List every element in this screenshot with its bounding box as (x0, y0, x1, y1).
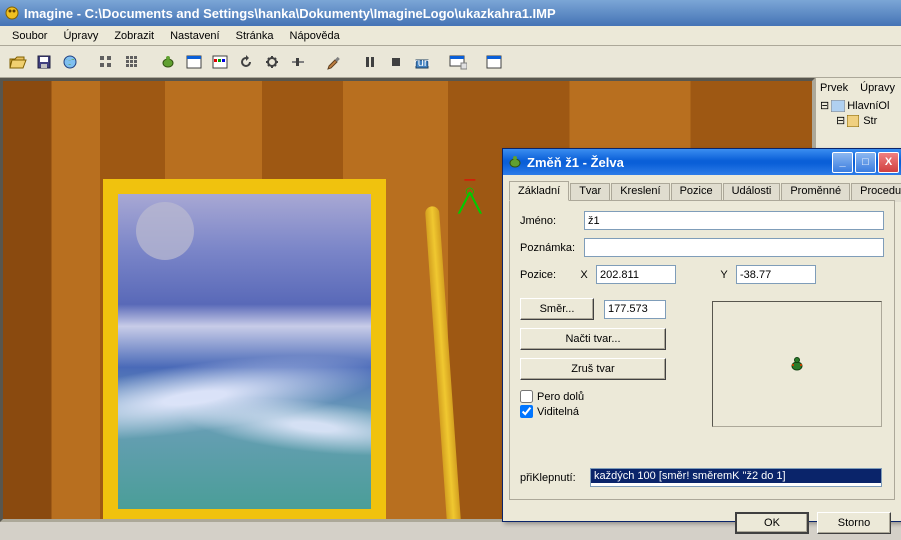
tabstrip: Základní Tvar Kreslení Pozice Události P… (509, 181, 895, 200)
screen1-icon[interactable] (446, 50, 470, 74)
menu-stranka[interactable]: Stránka (228, 28, 282, 44)
menubar: Soubor Úpravy Zobrazit Nastavení Stránka… (0, 26, 901, 46)
minimize-button[interactable]: _ (832, 152, 853, 173)
label-y: Y (718, 269, 730, 281)
label-priklepnuti: přiKlepnutí: (520, 472, 590, 484)
screen2-icon[interactable] (482, 50, 506, 74)
tree-label: Str (863, 115, 877, 127)
stop-icon[interactable] (384, 50, 408, 74)
globe-icon[interactable] (58, 50, 82, 74)
menu-nastaveni[interactable]: Nastavení (162, 28, 228, 44)
moon-shape (136, 202, 194, 260)
side-col-upravy[interactable]: Úpravy (860, 82, 895, 94)
turtle-cursor[interactable]: —○╱╲ (459, 171, 481, 210)
palette-icon[interactable] (208, 50, 232, 74)
side-col-prvek[interactable]: Prvek (820, 82, 848, 94)
paint-icon[interactable] (322, 50, 346, 74)
tab-panel-zakladni: Jméno: Poznámka: Pozice: X Y Směr... Nač… (509, 200, 895, 500)
turtle-icon (507, 154, 523, 170)
pause-icon[interactable] (358, 50, 382, 74)
maximize-button[interactable]: □ (855, 152, 876, 173)
menu-upravy[interactable]: Úpravy (55, 28, 106, 44)
slider-icon[interactable] (286, 50, 310, 74)
input-priklepnuti-value: každých 100 [směr! směremK "ž2 do 1] (591, 469, 881, 483)
input-y[interactable] (736, 265, 816, 284)
dialog-turtle-properties: Změň ž1 - Želva _ □ X Základní Tvar Kres… (502, 148, 901, 522)
turtle-sprite-icon (789, 356, 805, 372)
picture-frame (103, 179, 386, 522)
app-titlebar: Imagine - C:\Documents and Settings\hank… (0, 0, 901, 26)
button-storno[interactable]: Storno (817, 512, 891, 534)
input-poznamka[interactable] (584, 238, 884, 257)
dialog-title: Změň ž1 - Želva (527, 155, 830, 170)
label-pero-dolu: Pero dolů (537, 391, 584, 403)
picture (118, 194, 371, 509)
menu-zobrazit[interactable]: Zobrazit (106, 28, 162, 44)
run-icon[interactable]: run (410, 50, 434, 74)
app-title: Imagine - C:\Documents and Settings\hank… (24, 6, 556, 21)
button-nacti-tvar[interactable]: Načti tvar... (520, 328, 666, 350)
broom-stick (425, 206, 461, 522)
open-icon[interactable] (6, 50, 30, 74)
input-smer[interactable] (604, 300, 666, 319)
input-x[interactable] (596, 265, 676, 284)
grid4-icon[interactable] (94, 50, 118, 74)
tree-child[interactable]: ⊟ Str (820, 113, 897, 128)
turtle-icon[interactable] (156, 50, 180, 74)
label-x: X (578, 269, 590, 281)
input-priklepnuti[interactable]: každých 100 [směr! směremK "ž2 do 1] (590, 468, 882, 487)
refresh-icon[interactable] (234, 50, 258, 74)
screen-icon (831, 100, 845, 112)
tree-root[interactable]: ⊟ HlavníOl (820, 98, 897, 113)
dialog-button-row: OK Storno (503, 506, 901, 540)
button-ok[interactable]: OK (735, 512, 809, 534)
checkbox-viditelna[interactable] (520, 405, 533, 418)
input-jmeno[interactable] (584, 211, 884, 230)
save-icon[interactable] (32, 50, 56, 74)
tree-label: HlavníOl (847, 100, 889, 112)
tab-zakladni[interactable]: Základní (509, 181, 569, 201)
shape-preview (712, 301, 882, 427)
grid9-icon[interactable] (120, 50, 144, 74)
close-button[interactable]: X (878, 152, 899, 173)
button-zrus-tvar[interactable]: Zruš tvar (520, 358, 666, 380)
label-poznamka: Poznámka: (520, 242, 584, 254)
button-smer[interactable]: Směr... (520, 298, 594, 320)
toolbar: run (0, 46, 901, 78)
label-pozice: Pozice: (520, 269, 572, 281)
dialog-titlebar[interactable]: Změň ž1 - Želva _ □ X (503, 149, 901, 175)
label-jmeno: Jméno: (520, 215, 584, 227)
checkbox-pero-dolu[interactable] (520, 390, 533, 403)
label-viditelna: Viditelná (537, 406, 579, 418)
page-icon (847, 115, 861, 127)
menu-soubor[interactable]: Soubor (4, 28, 55, 44)
window-icon[interactable] (182, 50, 206, 74)
gear-icon[interactable] (260, 50, 284, 74)
svg-text:run: run (414, 57, 430, 69)
app-icon (4, 5, 20, 21)
menu-napoveda[interactable]: Nápověda (282, 28, 348, 44)
